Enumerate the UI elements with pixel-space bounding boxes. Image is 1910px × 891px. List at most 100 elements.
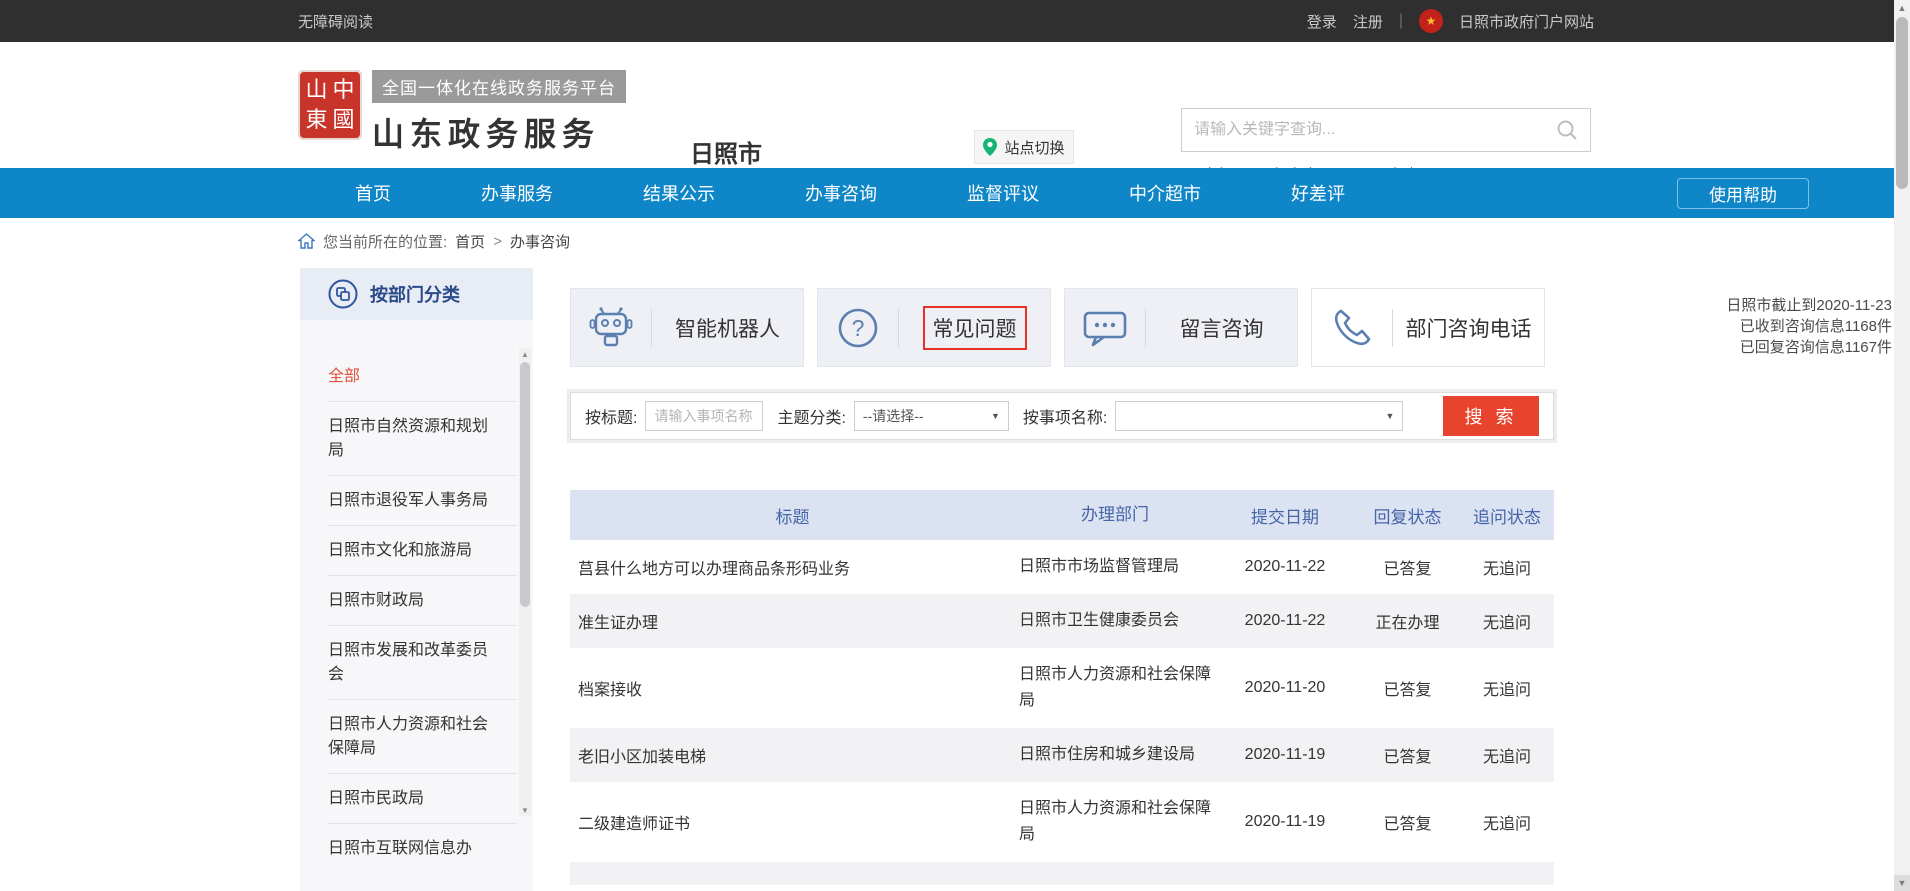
cell-department: 日照市市场监督管理局 <box>1015 540 1215 594</box>
nav-results[interactable]: 结果公示 <box>598 167 760 219</box>
cell-reply-status: 正在办理 <box>1355 609 1460 633</box>
site-logo[interactable]: 山 中 東 國 全国一体化在线政务服务平台 山东政务服务 <box>298 70 626 155</box>
question-icon: ? <box>818 307 898 349</box>
search-box <box>1181 108 1591 152</box>
stats-line-replied: 已回复咨询信息1167件 <box>1700 337 1892 358</box>
scroll-up-icon[interactable]: ▲ <box>1894 0 1910 16</box>
cell-title[interactable]: 准生证办理 <box>570 609 1015 633</box>
cell-title[interactable]: 老旧小区加装电梯 <box>570 743 1015 767</box>
scroll-down-icon[interactable]: ▼ <box>519 804 531 816</box>
tab-faq-label: 常见问题 <box>923 306 1027 350</box>
cell-title[interactable]: 莒县什么地方可以办理商品条形码业务 <box>570 555 1015 579</box>
nav-home[interactable]: 首页 <box>310 167 436 219</box>
tab-faq[interactable]: ? 常见问题 <box>817 288 1051 367</box>
sidebar-item-all[interactable]: 全部 <box>300 352 533 402</box>
search-input[interactable] <box>1194 121 1556 139</box>
sidebar-item-finance[interactable]: 日照市财政局 <box>300 576 533 626</box>
consultation-tabs: 智能机器人 ? 常见问题 留言咨询 <box>570 288 1545 367</box>
help-button[interactable]: 使用帮助 <box>1677 178 1809 209</box>
filter-title-input[interactable] <box>645 401 763 431</box>
message-icon <box>1065 307 1145 349</box>
page-scrollbar-thumb[interactable] <box>1896 17 1908 189</box>
nav-intermediary[interactable]: 中介超市 <box>1084 167 1246 219</box>
logo-text: 全国一体化在线政务服务平台 山东政务服务 <box>372 70 626 155</box>
seal-char: 東 <box>303 105 330 135</box>
table-row[interactable]: 二级建造师证书 日照市人力资源和社会保障局 2020-11-19 已答复 无追问 <box>570 782 1554 862</box>
page-scrollbar[interactable]: ▲ ▼ <box>1894 0 1910 891</box>
seal-char: 中 <box>330 75 357 105</box>
tab-label: 部门咨询电话 <box>1393 313 1544 343</box>
cell-date: 2020-11-22 <box>1215 612 1355 630</box>
platform-badge: 全国一体化在线政务服务平台 <box>372 70 626 103</box>
cell-date: 2020-11-19 <box>1215 813 1355 831</box>
breadcrumb-current[interactable]: 办事咨询 <box>510 231 570 252</box>
nav-services[interactable]: 办事服务 <box>436 167 598 219</box>
filter-item-label: 按事项名称: <box>1023 404 1107 428</box>
table-row[interactable]: 档案接收 日照市人力资源和社会保障局 2020-11-20 已答复 无追问 <box>570 648 1554 728</box>
register-link[interactable]: 注册 <box>1353 11 1383 32</box>
tab-smart-robot-label: 智能机器人 <box>675 318 780 341</box>
nav-rating[interactable]: 好差评 <box>1246 167 1390 219</box>
cell-title[interactable]: 档案接收 <box>570 676 1015 700</box>
stats-line-date: 日照市截止到2020-11-23 <box>1700 295 1892 316</box>
sidebar-item-civil-affairs[interactable]: 日照市民政局 <box>300 774 533 824</box>
site-switch-button[interactable]: 站点切换 <box>974 130 1074 164</box>
tab-smart-robot[interactable]: 智能机器人 <box>570 288 804 367</box>
sidebar-title: 按部门分类 <box>370 281 460 307</box>
sidebar-item-natural-resources[interactable]: 日照市自然资源和规划局 <box>300 402 533 476</box>
sidebar-scrollbar[interactable]: ▲ ▼ <box>519 348 531 816</box>
cell-reply-status: 已答复 <box>1355 555 1460 579</box>
tab-phone-consult-label: 部门咨询电话 <box>1406 318 1532 341</box>
main-navbar: 首页 办事服务 结果公示 办事咨询 监督评议 中介超市 好差评 使用帮助 <box>0 168 1894 218</box>
chevron-down-icon: ▼ <box>991 411 1000 421</box>
cell-department: 日照市住房和城乡建设局 <box>1015 728 1215 782</box>
breadcrumb: 您当前所在的位置: 首页 > 办事咨询 <box>298 228 570 254</box>
phone-icon <box>1312 307 1392 349</box>
cell-date: 2020-11-22 <box>1215 558 1355 576</box>
table-row[interactable]: 莒县什么地方可以办理商品条形码业务 日照市市场监督管理局 2020-11-22 … <box>570 540 1554 594</box>
sidebar-item-development-reform[interactable]: 日照市发展和改革委员会 <box>300 626 533 700</box>
breadcrumb-separator: > <box>493 233 502 250</box>
svg-text:?: ? <box>852 315 865 341</box>
nav-consultation[interactable]: 办事咨询 <box>760 167 922 219</box>
cell-reply-status: 已答复 <box>1355 676 1460 700</box>
seal-char: 國 <box>330 105 357 135</box>
col-header-date: 提交日期 <box>1215 503 1355 528</box>
sidebar-item-veterans[interactable]: 日照市退役军人事务局 <box>300 476 533 526</box>
table-row[interactable]: 准生证办理 日照市卫生健康委员会 2020-11-22 正在办理 无追问 <box>570 594 1554 648</box>
tab-message-consult[interactable]: 留言咨询 <box>1064 288 1298 367</box>
header: 山 中 東 國 全国一体化在线政务服务平台 山东政务服务 日照市 站点切换 <box>0 42 1894 168</box>
cell-department: 日照市卫生健康委员会 <box>1015 594 1215 648</box>
home-icon <box>298 233 315 249</box>
filter-item-select[interactable]: ▼ <box>1115 401 1403 431</box>
sidebar-item-internet-info[interactable]: 日照市互联网信息办 <box>300 824 533 874</box>
filter-category-select[interactable]: --请选择-- ▼ <box>854 401 1009 431</box>
cell-date: 2020-11-20 <box>1215 679 1355 697</box>
table-row[interactable]: 老旧小区加装电梯 日照市住房和城乡建设局 2020-11-19 已答复 无追问 <box>570 728 1554 782</box>
filter-search-button[interactable]: 搜 索 <box>1443 396 1539 436</box>
sidebar-header: 按部门分类 <box>300 268 533 320</box>
sidebar-item-culture-tourism[interactable]: 日照市文化和旅游局 <box>300 526 533 576</box>
filter-title-label: 按标题: <box>585 404 637 428</box>
shandong-seal-icon: 山 中 東 國 <box>298 70 362 140</box>
sidebar-scrollbar-thumb[interactable] <box>520 362 530 607</box>
search-icon[interactable] <box>1556 119 1578 141</box>
topbar-divider: | <box>1399 12 1403 30</box>
filter-category-value: --请选择-- <box>863 406 924 426</box>
tab-phone-consult[interactable]: 部门咨询电话 <box>1311 288 1545 367</box>
breadcrumb-prefix: 您当前所在的位置: <box>323 231 447 252</box>
nav-supervision[interactable]: 监督评议 <box>922 167 1084 219</box>
breadcrumb-home[interactable]: 首页 <box>455 231 485 252</box>
sidebar-list: 全部 日照市自然资源和规划局 日照市退役军人事务局 日照市文化和旅游局 日照市财… <box>300 320 533 874</box>
cell-follow-status: 无追问 <box>1460 810 1554 834</box>
accessibility-link[interactable]: 无障碍阅读 <box>298 11 373 32</box>
col-header-reply-status: 回复状态 <box>1355 503 1460 528</box>
login-link[interactable]: 登录 <box>1307 11 1337 32</box>
cell-title[interactable]: 二级建造师证书 <box>570 810 1015 834</box>
cell-follow-status: 无追问 <box>1460 609 1554 633</box>
scroll-down-icon[interactable]: ▼ <box>1894 875 1910 891</box>
topbar-right: 登录 注册 | ★ 日照市政府门户网站 <box>1307 9 1594 33</box>
sidebar-item-human-resources[interactable]: 日照市人力资源和社会保障局 <box>300 700 533 774</box>
scroll-up-icon[interactable]: ▲ <box>519 348 531 360</box>
portal-link[interactable]: 日照市政府门户网站 <box>1459 11 1594 32</box>
